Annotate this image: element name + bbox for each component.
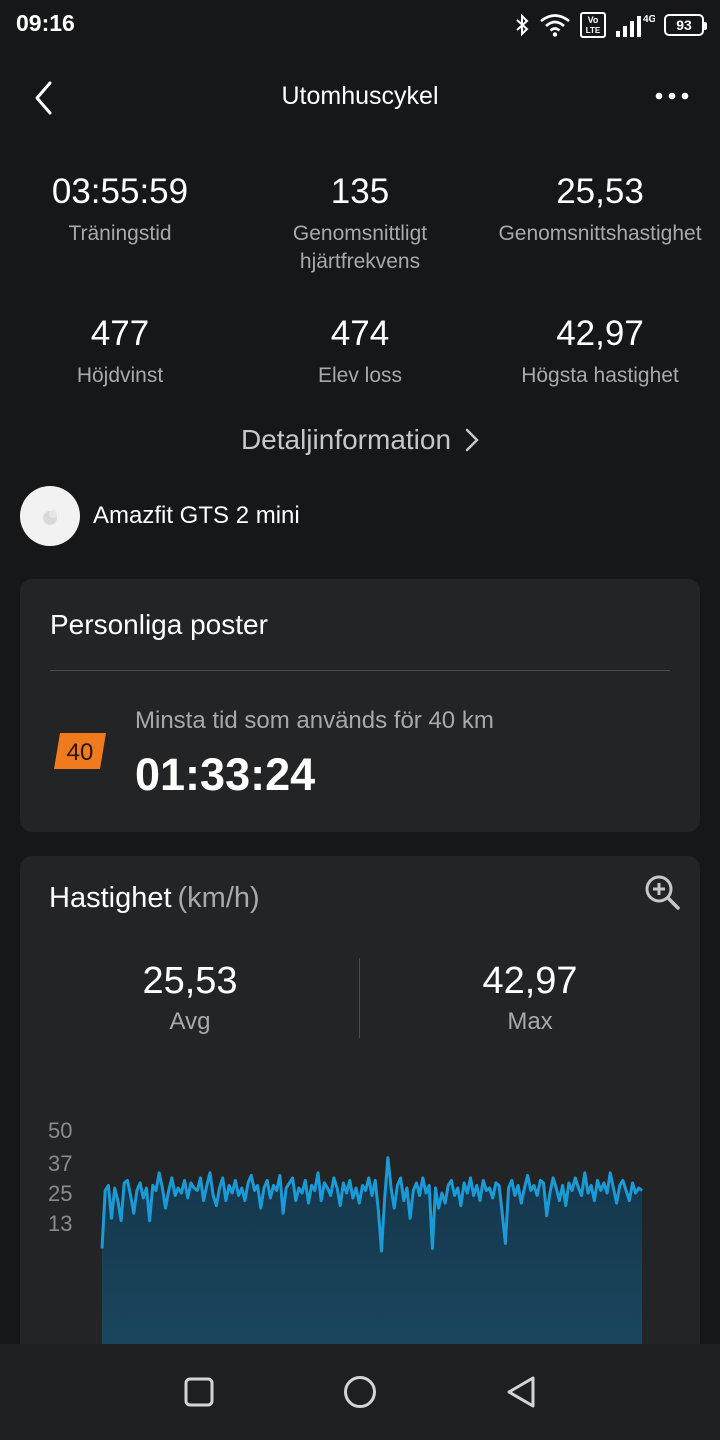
recents-button[interactable] [169,1362,229,1422]
speed-unit: (km/h) [177,882,260,914]
status-bar: 09:16 Vo LTE 4G 93 [0,0,720,50]
circle-icon [343,1376,376,1408]
speed-title: Hastighet (km/h) [49,882,260,915]
stat-elevation-loss: 474 Elev loss [240,314,480,390]
stat-value: 474 [330,314,390,353]
more-dots-icon [655,92,689,100]
stat-label: Genomsnittligt hjärtfrekvens [292,222,428,273]
stat-label: Höjdvinst [76,364,164,387]
detail-info-link[interactable]: Detaljinformation [0,424,720,456]
record-label: Minsta tid som används för 40 km [135,707,494,734]
stat-value: 477 [90,314,150,353]
stat-elevation-gain: 477 Höjdvinst [0,314,240,390]
record-value: 01:33:24 [135,749,316,800]
status-icons: Vo LTE 4G 93 [514,10,707,40]
stat-value: 42,97 [556,314,644,353]
stat-max-speed: 42,97 Högsta hastighet [480,314,720,390]
detail-info-label: Detaljinformation [240,424,452,455]
stat-avg-speed: 25,53 Genomsnittshastighet [480,172,720,248]
svg-text:LTE: LTE [586,26,601,35]
stat-value: 03:55:59 [51,172,189,211]
personal-records-card: Personliga poster 40 Minsta tid som anvä… [20,579,700,832]
more-options-button[interactable] [650,80,694,112]
stat-label: Träningstid [68,222,172,245]
stat-label: Elev loss [317,364,403,387]
speed-max-value: 42,97 [482,960,578,1002]
record-40km-badge-icon: 40 [54,733,106,769]
triangle-back-icon [507,1376,535,1408]
speed-max-label: Max [507,1008,553,1035]
speed-title-label: Hastighet [49,882,172,914]
zoom-in-icon[interactable] [642,872,682,912]
stat-value: 135 [330,172,390,211]
signal-icon: 4G [615,12,655,38]
svg-text:4G: 4G [643,14,655,25]
wifi-icon [539,13,571,37]
y-tick-label: 50 [48,1118,72,1143]
speed-avg: 25,53 Avg [20,960,360,1036]
screen: 09:16 Vo LTE 4G 93 Utomhuscykel 03:55:59… [0,0,720,1440]
system-nav-bar [0,1344,720,1440]
device-avatar [20,486,80,546]
device-name: Amazfit GTS 2 mini [93,502,300,529]
record-badge-text: 40 [67,739,94,766]
stat-label: Högsta hastighet [521,364,679,387]
status-time: 09:16 [16,10,75,36]
svg-text:Vo: Vo [588,15,599,25]
home-button[interactable] [330,1362,390,1422]
stat-value: 25,53 [556,172,644,211]
speed-avg-value: 25,53 [142,960,238,1002]
y-tick-label: 25 [48,1181,72,1206]
speed-avg-label: Avg [169,1008,211,1035]
stat-label: Genomsnittshastighet [498,222,702,245]
y-tick-label: 37 [48,1151,72,1176]
page-title: Utomhuscykel [281,82,439,110]
chevron-right-icon [465,428,479,452]
records-title: Personliga poster [50,609,268,640]
square-icon [184,1377,214,1407]
battery-icon: 93 [664,14,707,36]
stat-duration: 03:55:59 Träningstid [0,172,240,248]
watch-icon [43,510,57,525]
system-back-button[interactable] [491,1362,551,1422]
bluetooth-icon [514,13,530,37]
volte-icon: Vo LTE [580,12,606,38]
device-row[interactable]: Amazfit GTS 2 mini [20,486,300,546]
workout-summary: 03:55:59 Träningstid 135 Genomsnittligt … [0,144,720,434]
speed-card: Hastighet (km/h) 25,53 Avg 42,97 Max 50 37… [20,856,700,1416]
header: Utomhuscykel [0,50,720,144]
y-tick-label: 13 [48,1211,72,1236]
speed-max: 42,97 Max [360,960,700,1036]
stat-avg-heart-rate: 135 Genomsnittligt hjärtfrekvens [240,172,480,276]
divider [50,670,670,671]
